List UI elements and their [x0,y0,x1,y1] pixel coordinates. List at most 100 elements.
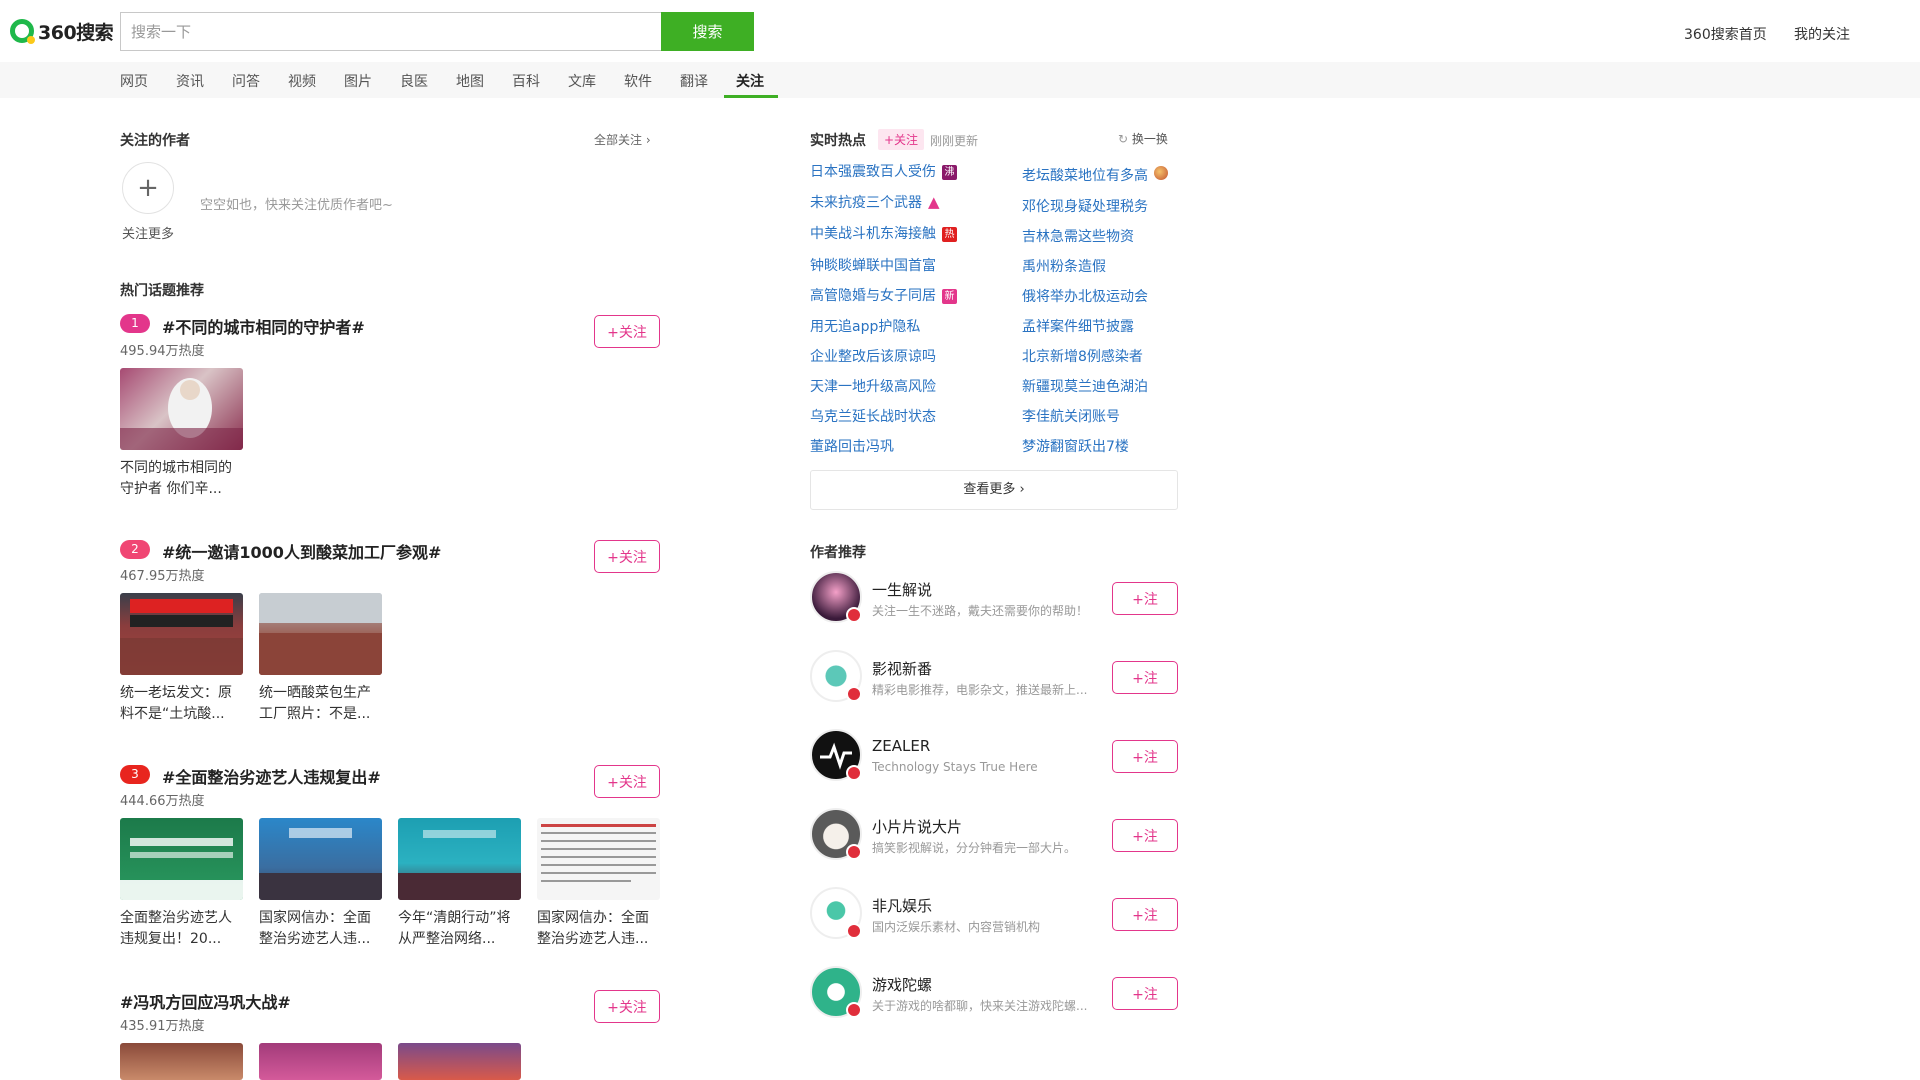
topic-thumbnail[interactable] [398,818,521,900]
topic-follow-button[interactable]: +关注 [594,765,660,798]
topic-follow-button[interactable]: +关注 [594,315,660,348]
hot-item[interactable]: 用无追app护隐私 [810,316,920,336]
topic-caption[interactable]: 国家网信办：全面整治劣迹艺人违... [537,908,661,950]
author-follow-button[interactable]: +注 [1112,819,1178,852]
hot-item[interactable]: 梦游翻窗跃出7楼 [1022,436,1129,456]
author-name[interactable]: 一生解说 [872,579,932,600]
rank-badge: 3 [120,765,150,784]
hot-item[interactable]: 老坛酸菜地位有多高 [1022,165,1168,185]
rank-badge: 1 [120,314,150,333]
plus-icon: + [137,173,159,203]
add-follow-label[interactable]: 关注更多 [122,223,174,242]
topic-follow-button[interactable]: +关注 [594,990,660,1023]
logo[interactable]: 360搜索 [10,19,114,44]
author-follow-button[interactable]: +注 [1112,582,1178,615]
see-more-label: 查看更多 [963,482,1016,497]
tab-wenku[interactable]: 文库 [568,71,596,91]
tab-follow[interactable]: 关注 [736,71,764,91]
hot-item[interactable]: 日本强震致百人受伤沸 [810,161,957,181]
author-desc: 搞笑影视解说，分分钟看完一部大片。 [872,841,1077,855]
topic-thumbnail[interactable] [120,1043,243,1080]
hot-item[interactable]: 未来抗疫三个武器 ▲ [810,192,940,212]
hot-item[interactable]: 北京新增8例感染者 [1022,346,1143,366]
author-name[interactable]: ZEALER [872,737,930,755]
author-name[interactable]: 非凡娱乐 [872,895,932,916]
author-follow-button[interactable]: +注 [1112,661,1178,694]
topic-thumbnail[interactable] [120,368,243,450]
hot-item[interactable]: 董路回击冯巩 [810,436,894,456]
hot-item[interactable]: 邓伦现身疑处理税务 [1022,196,1148,216]
hot-item[interactable]: 高管隐婚与女子同居新 [810,285,957,305]
hot-item[interactable]: 新疆现莫兰迪色湖泊 [1022,376,1148,396]
author-desc: Technology Stays True Here [872,760,1038,774]
refresh-button[interactable]: ↻ 换一换 [1118,130,1168,147]
hot-item[interactable]: 李佳航关闭账号 [1022,406,1120,426]
hot-item[interactable]: 禹州粉条造假 [1022,256,1106,276]
topic-thumbnail[interactable] [537,818,660,900]
all-follow-link[interactable]: 全部关注 › [594,131,651,148]
verified-icon [846,686,862,702]
hot-item[interactable]: 乌克兰延长战时状态 [810,406,936,426]
home-link[interactable]: 360搜索首页 [1684,24,1767,44]
topic-thumbnail[interactable] [259,818,382,900]
tab-software[interactable]: 软件 [624,71,652,91]
my-follow-link[interactable]: 我的关注 [1794,24,1850,44]
hot-item[interactable]: 俄将举办北极运动会 [1022,286,1148,306]
verified-icon [846,1002,862,1018]
topic-caption[interactable]: 统一老坛发文：原料不是“土坑酸... [120,683,244,725]
topic-heat: 444.66万热度 [120,794,205,809]
chevron-right-icon: › [645,133,651,147]
hot-item-text: 中美战斗机东海接触 [810,226,936,242]
tab-doctor[interactable]: 良医 [400,71,428,91]
tab-baike[interactable]: 百科 [512,71,540,91]
topic-thumbnail[interactable] [259,1043,382,1080]
hot-item[interactable]: 中美战斗机东海接触热 [810,223,957,243]
topic-title[interactable]: #全面整治劣迹艺人违规复出# [162,764,381,788]
topic-heat: 495.94万热度 [120,344,205,359]
see-more-button[interactable]: 查看更多 › [810,470,1178,510]
topic-caption[interactable]: 国家网信办：全面整治劣迹艺人违... [259,908,383,950]
author-follow-button[interactable]: +注 [1112,740,1178,773]
thumbnail-image [541,824,656,882]
topic-caption[interactable]: 全面整治劣迹艺人违规复出！20... [120,908,244,950]
hot-item[interactable]: 孟祥案件细节披露 [1022,316,1134,336]
add-follow-button[interactable]: + [122,162,174,214]
header: 360搜索 搜索 360搜索首页 我的关注 [0,0,1920,62]
empty-state-text: 空空如也，快来关注优质作者吧~ [200,198,393,213]
tab-news[interactable]: 资讯 [176,71,204,91]
hot-item[interactable]: 吉林急需这些物资 [1022,226,1134,246]
topic-follow-button[interactable]: +关注 [594,540,660,573]
hot-item[interactable]: 天津一地升级高风险 [810,376,936,396]
author-follow-button[interactable]: +注 [1112,898,1178,931]
tab-map[interactable]: 地图 [456,71,484,91]
hot-item[interactable]: 钟睒睒蝉联中国首富 [810,255,936,275]
topic-thumbnail[interactable] [120,818,243,900]
all-follow-label: 全部关注 [594,133,643,147]
active-tab-indicator [724,95,778,98]
topic-caption[interactable]: 统一晒酸菜包生产工厂照片：不是... [259,683,383,725]
topic-thumbnail[interactable] [259,593,382,675]
topic-caption[interactable]: 今年“清朗行动”将从严整治网络... [398,908,522,950]
author-follow-button[interactable]: +注 [1112,977,1178,1010]
topic-title[interactable]: #冯巩方回应冯巩大战# [120,989,291,1013]
topic-caption[interactable]: 不同的城市相同的守护者 你们辛... [120,458,244,500]
author-name[interactable]: 小片片说大片 [872,816,962,837]
search-input[interactable] [120,12,661,51]
topic-title[interactable]: #不同的城市相同的守护者# [162,314,365,338]
author-name[interactable]: 影视新番 [872,658,932,679]
tab-image[interactable]: 图片 [344,71,372,91]
hot-item-text: 老坛酸菜地位有多高 [1022,168,1148,184]
thumbnail-image [120,838,243,900]
tab-video[interactable]: 视频 [288,71,316,91]
author-name[interactable]: 游戏陀螺 [872,974,932,995]
topic-thumbnail[interactable] [120,593,243,675]
hot-follow-tag[interactable]: +关注 [878,129,925,150]
tab-web[interactable]: 网页 [120,71,148,91]
topic-title[interactable]: #统一邀请1000人到酸菜加工厂参观# [162,539,441,563]
hot-topics-title: 热门话题推荐 [120,283,204,299]
tab-qa[interactable]: 问答 [232,71,260,91]
hot-item[interactable]: 企业整改后该原谅吗 [810,346,936,366]
tab-translate[interactable]: 翻译 [680,71,708,91]
topic-thumbnail[interactable] [398,1043,521,1080]
search-button[interactable]: 搜索 [661,12,754,51]
